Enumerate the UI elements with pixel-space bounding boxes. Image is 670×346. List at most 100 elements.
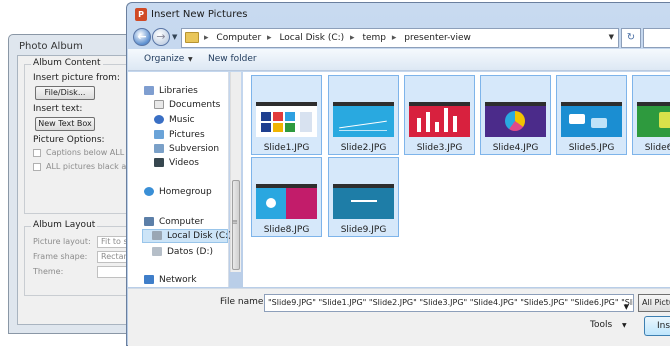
theme-label: Theme: bbox=[33, 267, 64, 276]
network-icon bbox=[144, 275, 154, 284]
file-name-label: Slide8.JPG bbox=[263, 225, 310, 235]
nav-item-documents[interactable]: Documents bbox=[154, 100, 220, 110]
organize-button[interactable]: Organize bbox=[144, 54, 184, 64]
file-name-input[interactable]: "Slide9.JPG" "Slide1.JPG" "Slide2.JPG" "… bbox=[264, 294, 634, 312]
refresh-icon[interactable]: ↻ bbox=[621, 28, 641, 48]
nav-label: Datos (D:) bbox=[167, 247, 214, 257]
slide-thumbnail bbox=[409, 102, 470, 137]
nav-label: Network bbox=[159, 275, 197, 285]
documents-icon bbox=[154, 100, 164, 109]
breadcrumb-separator[interactable]: ▸ bbox=[392, 33, 397, 43]
slide-thumbnail bbox=[637, 102, 670, 137]
address-dropdown-icon[interactable]: ▼ bbox=[609, 33, 614, 41]
nav-item-datos[interactable]: Datos (D:) bbox=[152, 247, 213, 257]
breadcrumb-temp[interactable]: temp bbox=[362, 33, 386, 43]
frame-shape-label: Frame shape: bbox=[33, 252, 88, 261]
forward-arrow-icon[interactable]: → bbox=[152, 28, 170, 46]
nav-item-pictures[interactable]: Pictures bbox=[154, 130, 205, 140]
file-item[interactable]: Slide1.JPG bbox=[251, 75, 322, 155]
tools-button[interactable]: Tools bbox=[590, 320, 612, 330]
nav-item-videos[interactable]: Videos bbox=[154, 158, 199, 168]
file-name-label: Slide4.JPG bbox=[492, 143, 539, 153]
navigation-scrollbar[interactable]: ≡ bbox=[230, 72, 241, 272]
nav-label: Videos bbox=[169, 158, 199, 168]
nav-label: Computer bbox=[159, 217, 204, 227]
nav-label: Pictures bbox=[169, 130, 205, 140]
scrollbar-grip-icon: ≡ bbox=[232, 218, 238, 226]
nav-label: Libraries bbox=[159, 86, 198, 96]
music-icon bbox=[154, 115, 164, 124]
nav-label: Documents bbox=[169, 100, 221, 110]
computer-icon bbox=[144, 217, 154, 226]
chevron-down-icon[interactable]: ▼ bbox=[188, 56, 193, 63]
file-item[interactable]: Slide6.JPG bbox=[632, 75, 670, 155]
nav-item-network[interactable]: Network bbox=[144, 275, 197, 285]
new-folder-button[interactable]: New folder bbox=[208, 54, 257, 64]
recent-pages-dropdown-icon[interactable]: ▼ bbox=[172, 33, 177, 41]
file-item[interactable]: Slide4.JPG bbox=[480, 75, 551, 155]
file-name-label: Slide2.JPG bbox=[340, 143, 387, 153]
slide-thumbnail bbox=[333, 184, 394, 219]
nav-item-libraries[interactable]: Libraries bbox=[144, 86, 198, 96]
nav-label: Subversion bbox=[169, 144, 220, 154]
album-content-heading: Album Content bbox=[31, 58, 103, 68]
file-list: Slide1.JPG Slide2.JPG Slide3.JPG Slide4.JPG… bbox=[243, 72, 670, 287]
new-text-box-button[interactable]: New Text Box bbox=[35, 117, 95, 131]
nav-label: Homegroup bbox=[159, 187, 212, 197]
file-name-label: Slide6.JPG bbox=[644, 143, 670, 153]
file-type-select[interactable]: All Pictu bbox=[638, 294, 670, 312]
slide-thumbnail bbox=[561, 102, 622, 137]
dialog-title: Insert New Pictures bbox=[151, 9, 248, 20]
nav-item-local-disk[interactable]: Local Disk (C:) bbox=[152, 231, 232, 241]
file-name-label: Slide5.JPG bbox=[568, 143, 615, 153]
breadcrumb: ▸ Computer ▸ Local Disk (C:) ▸ temp ▸ pr… bbox=[204, 33, 474, 43]
file-item[interactable]: Slide8.JPG bbox=[251, 157, 322, 237]
breadcrumb-computer[interactable]: Computer bbox=[216, 33, 261, 43]
file-name-label: Slide9.JPG bbox=[340, 225, 387, 235]
insert-text-label: Insert text: bbox=[33, 104, 83, 114]
breadcrumb-separator[interactable]: ▸ bbox=[350, 33, 355, 43]
checkbox-box[interactable] bbox=[33, 162, 41, 171]
toolbar: Organize ▼ New folder bbox=[128, 49, 670, 71]
chevron-down-icon[interactable]: ▼ bbox=[622, 322, 627, 329]
file-name-label: File name: bbox=[220, 297, 267, 307]
breadcrumb-separator[interactable]: ▸ bbox=[267, 33, 272, 43]
insert-picture-from-label: Insert picture from: bbox=[33, 73, 120, 83]
album-layout-heading: Album Layout bbox=[31, 220, 98, 230]
nav-item-computer[interactable]: Computer bbox=[144, 217, 204, 227]
pictures-icon bbox=[154, 130, 164, 139]
back-arrow-icon[interactable]: ← bbox=[133, 28, 151, 46]
file-name-label: Slide3.JPG bbox=[416, 143, 463, 153]
file-item[interactable]: Slide9.JPG bbox=[328, 157, 399, 237]
drive-icon bbox=[152, 231, 162, 240]
nav-label: Music bbox=[169, 115, 195, 125]
file-name-value: "Slide9.JPG" "Slide1.JPG" "Slide2.JPG" "… bbox=[268, 298, 634, 307]
nav-label: Local Disk (C:) bbox=[167, 231, 232, 241]
slide-thumbnail bbox=[333, 102, 394, 137]
search-input[interactable] bbox=[643, 28, 670, 48]
file-item[interactable]: Slide3.JPG bbox=[404, 75, 475, 155]
checkbox-box[interactable] bbox=[33, 148, 41, 157]
file-item[interactable]: Slide5.JPG bbox=[556, 75, 627, 155]
address-bar[interactable]: ▸ Computer ▸ Local Disk (C:) ▸ temp ▸ pr… bbox=[181, 28, 619, 48]
chevron-down-icon[interactable]: ▼ bbox=[624, 299, 629, 311]
file-disk-button[interactable]: File/Disk... bbox=[35, 86, 95, 100]
navigation-pane: Libraries Documents Music Pictures Subve… bbox=[128, 72, 232, 287]
subversion-icon bbox=[154, 144, 164, 153]
nav-item-music[interactable]: Music bbox=[154, 115, 195, 125]
picture-layout-label: Picture layout: bbox=[33, 237, 91, 246]
insert-pictures-dialog: P Insert New Pictures ← → ▼ ▸ Computer ▸… bbox=[126, 2, 670, 346]
bottom-panel: File name: "Slide9.JPG" "Slide1.JPG" "Sl… bbox=[128, 288, 670, 346]
file-item[interactable]: Slide2.JPG bbox=[328, 75, 399, 155]
breadcrumb-separator[interactable]: ▸ bbox=[204, 33, 209, 43]
breadcrumb-presenter-view[interactable]: presenter-view bbox=[404, 33, 471, 43]
nav-item-subversion[interactable]: Subversion bbox=[154, 144, 219, 154]
photo-album-title: Photo Album bbox=[19, 41, 83, 52]
breadcrumb-local-disk[interactable]: Local Disk (C:) bbox=[279, 33, 344, 43]
nav-item-homegroup[interactable]: Homegroup bbox=[144, 187, 212, 197]
insert-button[interactable]: Insert bbox=[644, 316, 670, 336]
file-name-label: Slide1.JPG bbox=[263, 143, 310, 153]
slide-thumbnail bbox=[256, 102, 317, 137]
drive-icon bbox=[152, 247, 162, 256]
dialog-titlebar[interactable]: P Insert New Pictures bbox=[127, 3, 670, 27]
